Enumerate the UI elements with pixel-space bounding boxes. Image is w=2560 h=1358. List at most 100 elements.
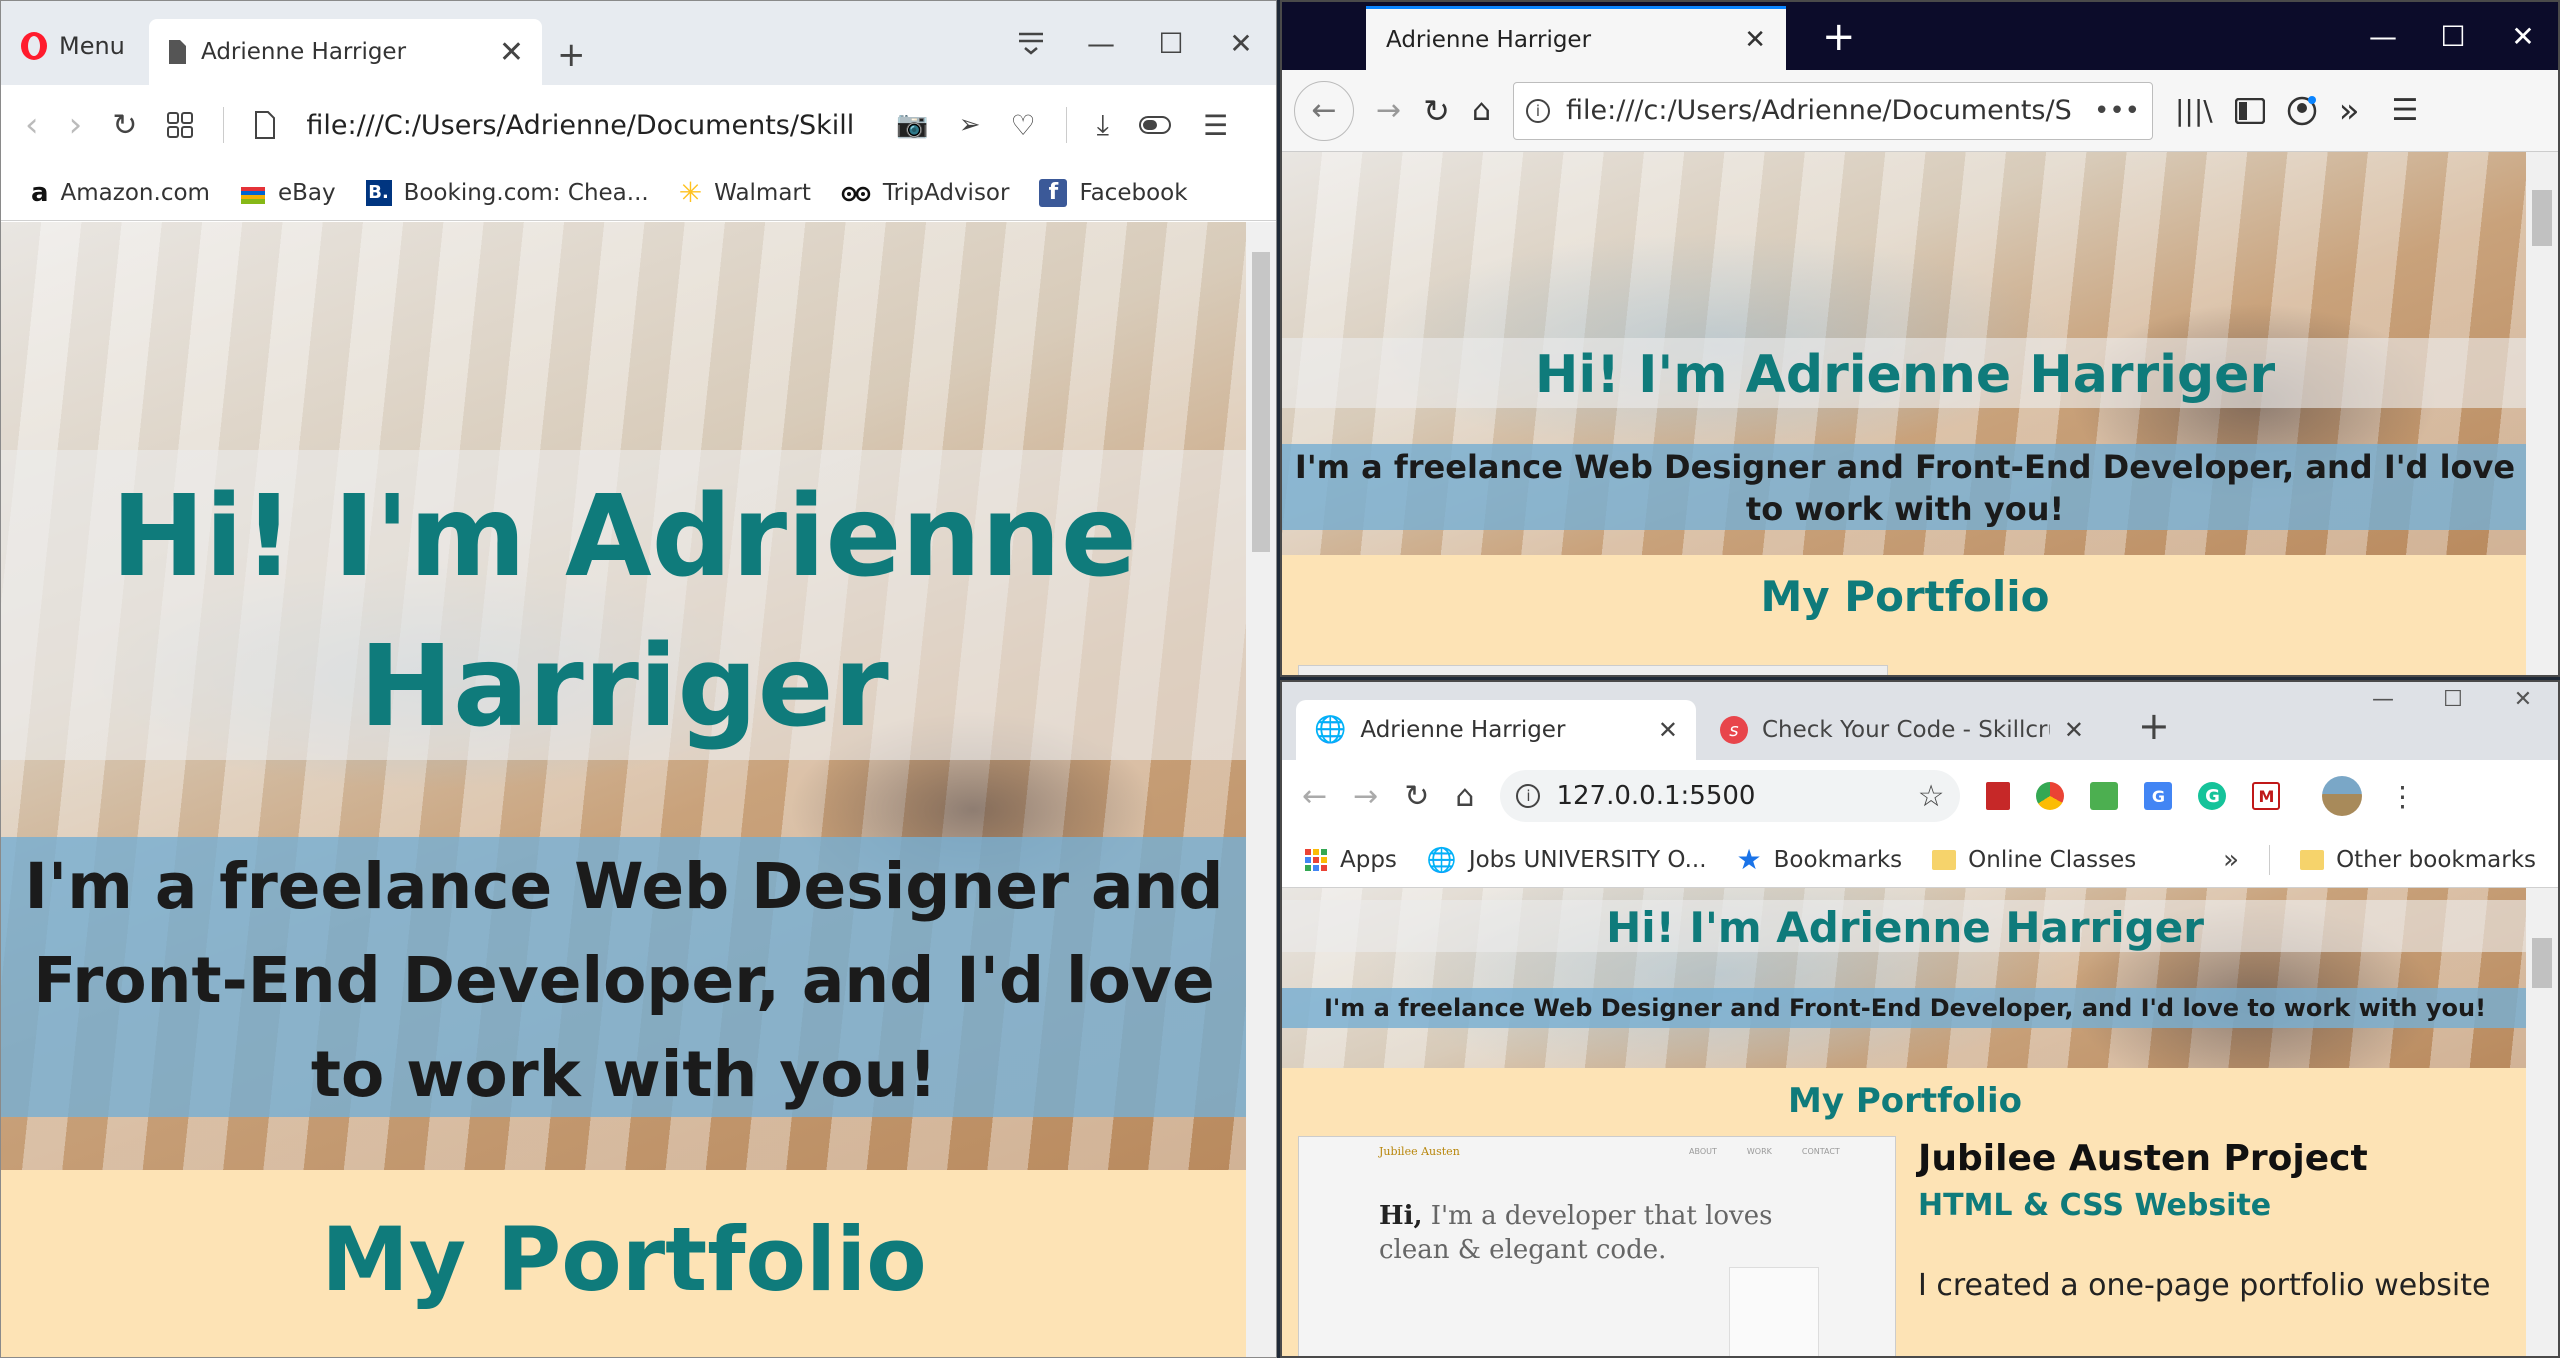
- hero-section: Hi! I'm Adrienne Harriger I'm a freelanc…: [1, 222, 1247, 1170]
- firefox-url-bar[interactable]: i file:///c:/Users/Adrienne/Documents/S …: [1513, 81, 2153, 140]
- opera-window: Menu Adrienne Harriger ✕ + — ☐ ✕ ‹ › ↻ f…: [0, 0, 1277, 1358]
- minimize-icon[interactable]: —: [2348, 2, 2418, 70]
- bookmark-ebay[interactable]: eBay: [240, 180, 336, 206]
- hamburger-menu-icon[interactable]: ☰: [2392, 93, 2419, 128]
- extension-icon[interactable]: [2036, 782, 2065, 810]
- hero-tagline: I'm a freelance Web Designer and Front-E…: [24, 850, 1224, 1111]
- project-description: I created a one-page portfolio website: [1918, 1268, 2491, 1303]
- star-icon[interactable]: ☆: [1918, 779, 1945, 814]
- maximize-icon[interactable]: ☐: [2418, 2, 2488, 70]
- chrome-tab[interactable]: s Check Your Code - Skillcru ✕: [1702, 700, 2102, 760]
- opera-url-input[interactable]: file:///C:/Users/Adrienne/Documents/Skil…: [306, 110, 866, 141]
- firefox-url-input[interactable]: file:///c:/Users/Adrienne/Documents/S: [1566, 95, 2078, 126]
- project-thumbnail[interactable]: Jubilee Austen ABOUT WORK CONTACT Hi, I'…: [1298, 1136, 1896, 1356]
- bookmark-other[interactable]: Other bookmarks: [2300, 847, 2536, 873]
- page-actions-icon[interactable]: •••: [2094, 96, 2140, 126]
- maximize-icon[interactable]: ☐: [2418, 682, 2488, 716]
- opera-menu-button[interactable]: Menu: [19, 31, 125, 61]
- bookmark-tripadvisor[interactable]: TripAdvisor: [841, 180, 1009, 206]
- heart-icon[interactable]: ♡: [1011, 109, 1036, 142]
- chrome-tab-active[interactable]: 🌐 Adrienne Harriger ✕: [1296, 700, 1696, 760]
- bookmark-walmart[interactable]: ✳ Walmart: [679, 176, 811, 209]
- hero-section: Hi! I'm Adrienne Harriger I'm a freelanc…: [1282, 888, 2528, 1068]
- download-icon[interactable]: ⤓: [1097, 108, 1109, 142]
- reload-icon[interactable]: ↻: [112, 108, 137, 143]
- chrome-scrollbar[interactable]: [2526, 888, 2558, 1356]
- close-tab-icon[interactable]: ✕: [2064, 716, 2084, 744]
- divider: [1065, 107, 1067, 143]
- chrome-url-input[interactable]: 127.0.0.1:5500: [1556, 781, 1901, 811]
- close-window-icon[interactable]: ✕: [2488, 2, 2558, 70]
- forward-icon[interactable]: →: [1353, 779, 1378, 814]
- firefox-tab-active[interactable]: Adrienne Harriger ✕: [1366, 6, 1786, 70]
- scroll-thumb[interactable]: [2532, 190, 2552, 246]
- reload-icon[interactable]: ↻: [1404, 779, 1429, 814]
- opera-page-content: Hi! I'm Adrienne Harriger I'm a freelanc…: [1, 222, 1247, 1357]
- bookmark-bookmarks[interactable]: ★ Bookmarks: [1737, 843, 1903, 876]
- back-icon[interactable]: ←: [1302, 779, 1327, 814]
- facebook-icon: f: [1039, 178, 1068, 207]
- reload-icon[interactable]: ↻: [1423, 92, 1450, 130]
- overflow-icon[interactable]: »: [2339, 91, 2360, 131]
- hero-title: Hi! I'm Adrienne Harriger: [111, 472, 1137, 752]
- opera-tab-title: Adrienne Harriger: [201, 39, 407, 65]
- sidebar-icon[interactable]: [2234, 97, 2265, 124]
- bookmark-jobs[interactable]: 🌐 Jobs UNIVERSITY O...: [1427, 846, 1707, 874]
- back-icon[interactable]: ‹: [25, 105, 39, 145]
- back-icon[interactable]: ←: [1294, 80, 1354, 141]
- mcafee-icon[interactable]: M: [2252, 782, 2281, 810]
- new-tab-button[interactable]: +: [557, 35, 586, 75]
- firefox-scrollbar[interactable]: [2526, 152, 2558, 675]
- close-tab-icon[interactable]: ✕: [499, 35, 524, 70]
- globe-icon: 🌐: [1314, 715, 1347, 745]
- new-tab-button[interactable]: +: [1822, 14, 1856, 60]
- forward-icon[interactable]: ›: [69, 105, 83, 145]
- chrome-omnibox[interactable]: i 127.0.0.1:5500 ☆: [1500, 770, 1961, 822]
- portfolio-section: My Portfolio: [1282, 555, 2528, 675]
- opera-scrollbar[interactable]: [1246, 222, 1276, 1357]
- chrome-window: 🌐 Adrienne Harriger ✕ s Check Your Code …: [1280, 680, 2560, 1358]
- library-icon[interactable]: |||\: [2175, 94, 2213, 127]
- minimize-icon[interactable]: —: [1066, 1, 1136, 85]
- close-tab-icon[interactable]: ✕: [1658, 716, 1678, 744]
- home-icon[interactable]: ⌂: [1455, 779, 1474, 814]
- send-icon[interactable]: ➢: [959, 110, 981, 140]
- bookmark-apps[interactable]: Apps: [1304, 847, 1397, 873]
- info-icon[interactable]: i: [1526, 98, 1550, 123]
- scroll-thumb[interactable]: [1252, 252, 1270, 552]
- thumb-nav-item: WORK: [1746, 1147, 1772, 1156]
- bookmark-label: Walmart: [714, 179, 811, 206]
- home-icon[interactable]: ⌂: [1472, 93, 1491, 128]
- close-window-icon[interactable]: ✕: [2488, 682, 2558, 716]
- speed-dial-icon[interactable]: [167, 112, 194, 138]
- close-tab-icon[interactable]: ✕: [1744, 25, 1766, 55]
- grammarly-icon[interactable]: G: [2198, 782, 2227, 810]
- minimize-icon[interactable]: —: [2348, 682, 2418, 716]
- info-icon[interactable]: i: [1516, 784, 1541, 808]
- print-extension-icon[interactable]: [2090, 782, 2119, 810]
- forward-icon[interactable]: →: [1376, 93, 1401, 128]
- extension-icon[interactable]: [1986, 782, 2011, 810]
- close-window-icon[interactable]: ✕: [1206, 1, 1276, 85]
- battery-saver-icon[interactable]: [1139, 115, 1173, 135]
- tab-menu-icon[interactable]: [996, 1, 1066, 85]
- firefox-tab-bar: Adrienne Harriger ✕ + — ☐ ✕: [1282, 2, 2558, 70]
- bookmarks-overflow-icon[interactable]: »: [2223, 845, 2239, 875]
- opera-bookmarks-bar: a Amazon.com eBay B. Booking.com: Chea..…: [1, 165, 1276, 221]
- chrome-tab-title: Adrienne Harriger: [1360, 717, 1566, 743]
- translate-icon[interactable]: G: [2144, 782, 2173, 810]
- bookmark-online-classes[interactable]: Online Classes: [1932, 847, 2136, 873]
- opera-tab-active[interactable]: Adrienne Harriger ✕: [149, 19, 542, 85]
- maximize-icon[interactable]: ☐: [1136, 1, 1206, 85]
- kebab-menu-icon[interactable]: ⋮: [2388, 780, 2416, 813]
- account-icon[interactable]: [2287, 95, 2317, 126]
- bookmark-amazon[interactable]: a Amazon.com: [31, 178, 210, 208]
- snapshot-icon[interactable]: 📷: [896, 110, 928, 140]
- bookmark-booking[interactable]: B. Booking.com: Chea...: [365, 179, 649, 206]
- new-tab-button[interactable]: +: [2138, 704, 2170, 748]
- apps-grid-icon: [1304, 848, 1328, 872]
- avatar[interactable]: [2322, 776, 2363, 816]
- scroll-thumb[interactable]: [2532, 938, 2552, 988]
- bookmark-facebook[interactable]: f Facebook: [1039, 178, 1188, 207]
- easy-setup-icon[interactable]: ☰: [1203, 109, 1228, 142]
